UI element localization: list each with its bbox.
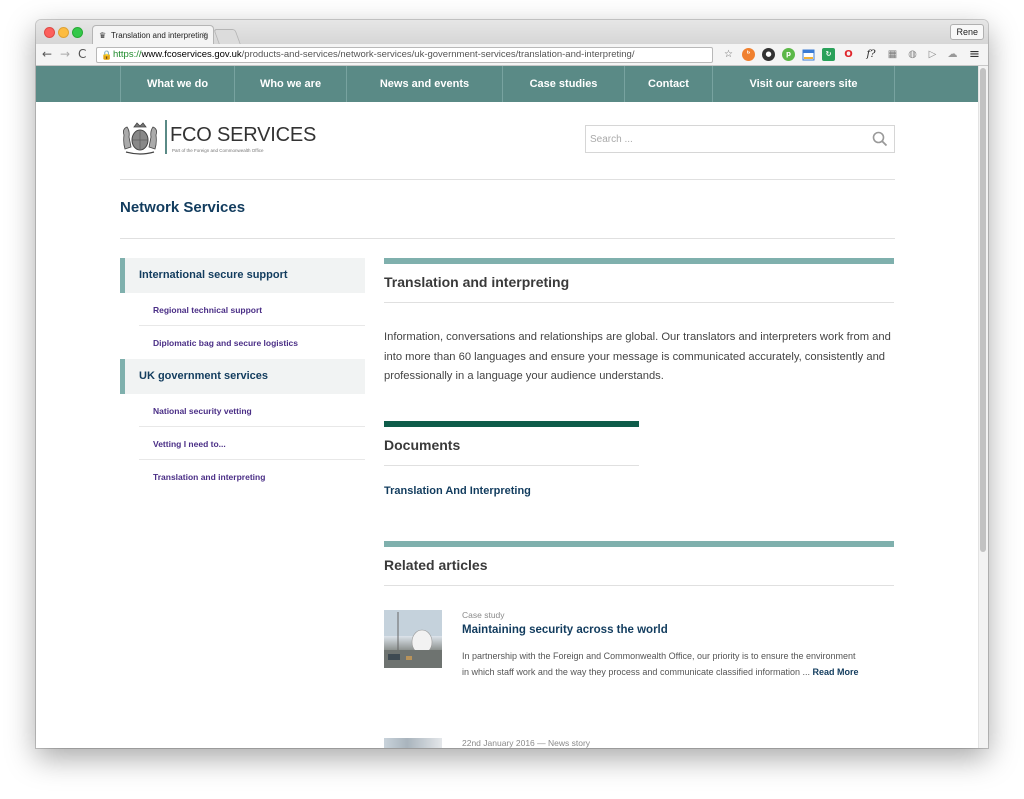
minimize-window-button[interactable] [58, 27, 69, 38]
search-placeholder: Search ... [590, 134, 633, 145]
nav-case-studies[interactable]: Case studies [502, 66, 624, 102]
font-f-icon[interactable]: f? [862, 48, 880, 61]
intro-paragraph: Information, conversations and relations… [384, 331, 891, 382]
article-thumbnail[interactable] [384, 610, 442, 668]
scrollbar-thumb[interactable] [980, 68, 986, 552]
sidebar-item-vetting-i-need-to[interactable]: Vetting I need to... [139, 427, 365, 460]
new-tab-button[interactable] [213, 29, 241, 44]
extension-green-pin-icon[interactable]: p [782, 48, 795, 61]
extension-grey-icon[interactable]: ▦ [886, 48, 899, 61]
site-navigation: What we do Who we are News and events Ca… [36, 66, 978, 102]
profile-button[interactable]: Rene [950, 24, 984, 40]
play-icon[interactable]: ▷ [926, 48, 939, 61]
title-divider [384, 302, 894, 303]
crest-favicon-icon: ♛ [99, 31, 107, 40]
related-divider [384, 585, 894, 586]
tab-strip: ♛ Translation and interpreting × Rene [36, 20, 988, 44]
url-host: www.fcoservices.gov.uk [141, 49, 242, 60]
reload-icon[interactable]: C [78, 47, 86, 61]
related-accent-bar [384, 541, 894, 547]
url-protocol: https:// [113, 49, 142, 60]
screenshot-stage: ♛ Translation and interpreting × Rene ← … [0, 0, 1024, 799]
address-bar[interactable]: 🔒 https://www.fcoservices.gov.uk/product… [96, 47, 713, 63]
site-logo-subtitle: Part of the Foreign and Commonwealth Off… [172, 148, 264, 153]
nav-what-we-do[interactable]: What we do [120, 66, 234, 102]
close-window-button[interactable] [44, 27, 55, 38]
logo-divider [165, 120, 167, 154]
extension-orange-icon[interactable]: ᵇ [742, 48, 755, 61]
extension-refresh-icon[interactable]: ↻ [822, 48, 835, 61]
extension-grey-icon[interactable]: ◍ [906, 48, 919, 61]
article-excerpt-text: In partnership with the Foreign and Comm… [462, 651, 856, 677]
nav-divider [894, 66, 895, 102]
browser-tab-active[interactable]: ♛ Translation and interpreting × [92, 25, 214, 44]
section-divider [120, 238, 895, 239]
tab-close-icon[interactable]: × [202, 30, 207, 39]
section-title[interactable]: Network Services [120, 199, 245, 216]
extension-dark-icon[interactable]: ● [762, 48, 775, 61]
nav-careers-site[interactable]: Visit our careers site [712, 66, 894, 102]
cloud-icon[interactable]: ☁ [946, 48, 959, 61]
search-icon[interactable] [872, 131, 888, 147]
search-input[interactable]: Search ... [585, 125, 895, 153]
sidebar-item-uk-government-services[interactable]: UK government services [120, 359, 365, 394]
page-title: Translation and interpreting [384, 274, 570, 290]
documents-accent-bar [384, 421, 639, 427]
lock-icon: 🔒 [101, 50, 113, 60]
page-viewport: What we do Who we are News and events Ca… [36, 66, 988, 748]
sidebar-item-international-secure-support[interactable]: International secure support [120, 258, 365, 293]
zoom-window-button[interactable] [72, 27, 83, 38]
url-path: /products-and-services/network-services/… [241, 49, 635, 60]
nav-news-and-events[interactable]: News and events [346, 66, 502, 102]
nav-contact[interactable]: Contact [624, 66, 712, 102]
documents-divider [384, 465, 639, 466]
read-more-link[interactable]: Read More [813, 667, 859, 677]
royal-crest-icon[interactable] [120, 121, 160, 155]
extension-calendar-icon[interactable] [802, 48, 815, 61]
forward-arrow-icon[interactable]: → [60, 47, 70, 61]
article-thumbnail[interactable] [384, 738, 442, 748]
sidebar-item-diplomatic-bag[interactable]: Diplomatic bag and secure logistics [139, 326, 365, 359]
sidebar-item-translation-and-interpreting[interactable]: Translation and interpreting [139, 460, 365, 493]
back-arrow-icon[interactable]: ← [42, 47, 52, 61]
title-accent-bar [384, 258, 894, 264]
document-link[interactable]: Translation And Interpreting [384, 485, 531, 497]
nav-who-we-are[interactable]: Who we are [234, 66, 346, 102]
page-scrollbar[interactable] [978, 66, 988, 748]
tab-title: Translation and interpreting [111, 31, 209, 40]
article-title-link[interactable]: Maintaining security across the world [462, 624, 668, 636]
article-kicker: Case study [462, 610, 505, 620]
sidebar-item-national-security-vetting[interactable]: National security vetting [139, 394, 365, 427]
related-articles-heading: Related articles [384, 557, 488, 573]
opera-icon[interactable]: O [842, 48, 855, 61]
article-excerpt: In partnership with the Foreign and Comm… [462, 648, 862, 680]
browser-window: ♛ Translation and interpreting × Rene ← … [36, 20, 988, 748]
menu-icon[interactable]: ≡ [968, 48, 981, 61]
sidebar-item-regional-technical-support[interactable]: Regional technical support [139, 293, 365, 326]
browser-toolbar: ← → C 🔒 https://www.fcoservices.gov.uk/p… [36, 44, 988, 66]
documents-heading: Documents [384, 437, 461, 453]
site-logo-name[interactable]: FCO SERVICES [170, 124, 316, 147]
star-icon[interactable]: ☆ [722, 48, 735, 61]
article-kicker: 22nd January 2016 — News story [462, 738, 591, 748]
header-divider [120, 179, 895, 180]
